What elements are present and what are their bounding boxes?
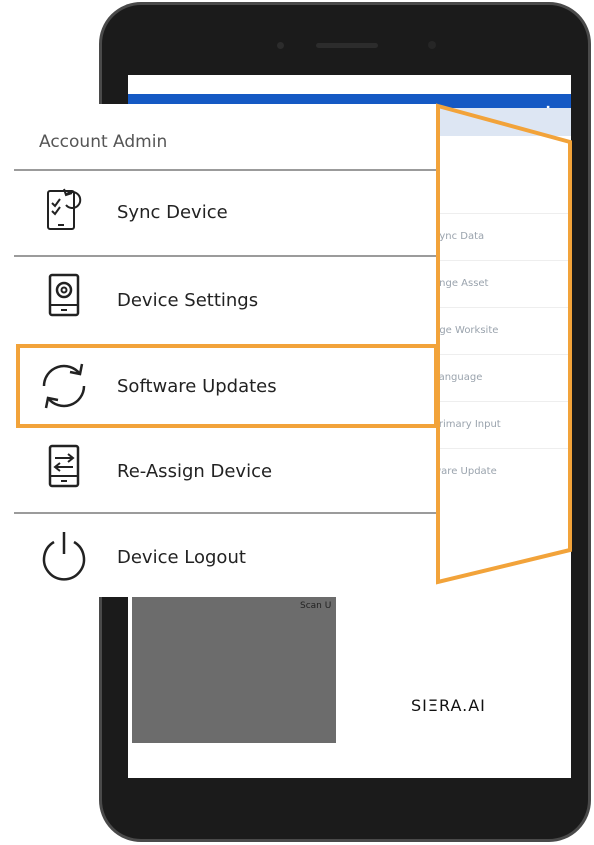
- drawer-title: Account Admin: [39, 132, 168, 152]
- sync-device-icon: [47, 188, 82, 230]
- stage: ⋮ Sync Data ange Asset nge Worksite Lang…: [0, 0, 594, 845]
- device-settings-icon: [48, 273, 80, 317]
- reassign-device-icon: [48, 444, 80, 488]
- menu-item-device-settings[interactable]: Device Settings: [14, 257, 436, 339]
- menu-item-reassign-device[interactable]: Re-Assign Device: [14, 428, 436, 510]
- menu-item-sync-device[interactable]: Sync Device: [14, 171, 436, 253]
- menu-item-label: Re-Assign Device: [117, 461, 273, 482]
- menu-item-label: Device Settings: [117, 290, 259, 311]
- menu-item-label: Device Logout: [117, 547, 246, 568]
- trapezoid-outline: [436, 103, 572, 585]
- software-updates-highlight: [16, 344, 438, 428]
- power-icon: [42, 532, 86, 581]
- menu-item-device-logout[interactable]: Device Logout: [14, 514, 436, 596]
- menu-item-label: Sync Device: [117, 202, 228, 223]
